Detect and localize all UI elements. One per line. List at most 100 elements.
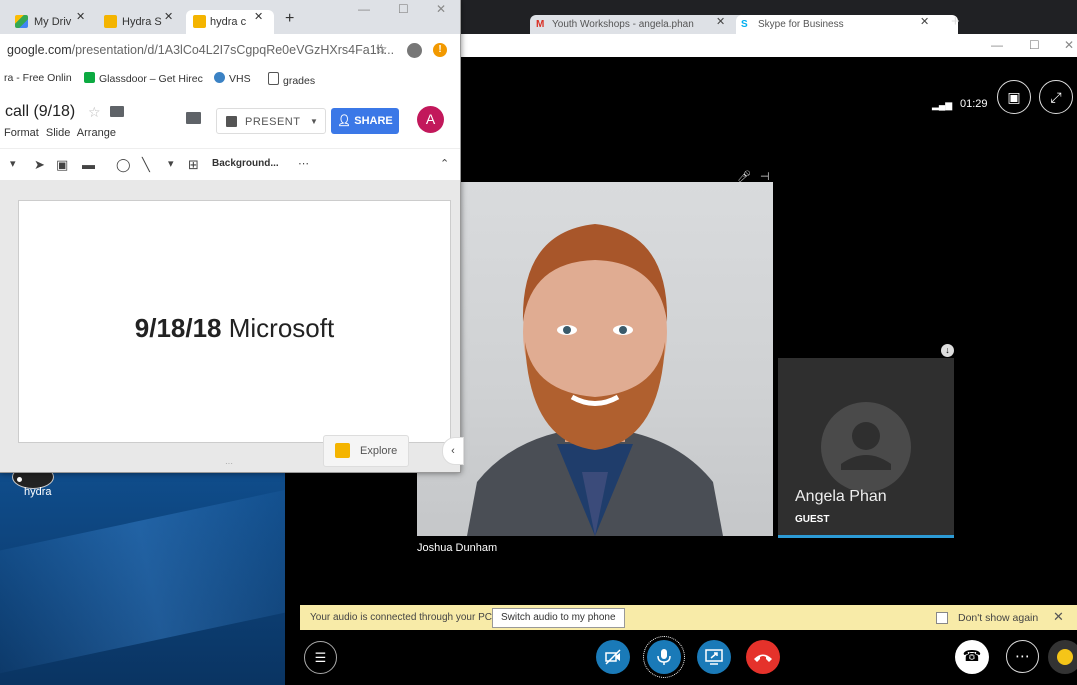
bookmark-star-icon[interactable]: ☆ <box>375 41 388 58</box>
share-button[interactable]: 👤︎ SHARE <box>331 108 399 134</box>
document-title[interactable]: call (9/18) <box>5 103 75 121</box>
tab-label: hydra c <box>210 16 247 28</box>
slides-icon <box>193 15 206 28</box>
chevron-down-icon[interactable]: ▾ <box>168 157 174 170</box>
vhs-icon <box>214 72 225 83</box>
close-tab-icon[interactable]: ✕ <box>716 15 725 28</box>
call-controls-button[interactable]: ☎ <box>955 640 989 674</box>
close-notice-icon[interactable]: ✕ <box>1053 609 1064 625</box>
slide-canvas: 9/18/18 Microsoft Explore ‹ ··· <box>0 180 464 472</box>
bookmark-item[interactable]: grades <box>268 72 315 87</box>
new-tab-button[interactable]: + <box>285 10 294 28</box>
participant-portrait <box>467 224 723 536</box>
explore-icon <box>335 443 350 458</box>
close-icon[interactable]: ✕ <box>436 2 446 16</box>
fullscreen-button[interactable]: ⤢ <box>1039 80 1073 114</box>
maximize-icon[interactable]: ☐ <box>1029 38 1040 52</box>
skype-window-titlebar: — ☐ ✕ <box>460 34 1077 58</box>
slide-title[interactable]: 9/18/18 Microsoft <box>19 313 450 344</box>
skype-icon: S <box>741 19 748 30</box>
url-text[interactable]: google.com/presentation/d/1A3lCo4L2I7sCg… <box>7 43 394 57</box>
close-tab-icon[interactable]: ✕ <box>76 10 85 23</box>
people-icon: 👤︎ <box>337 115 355 127</box>
resize-handle[interactable]: ··· <box>225 459 233 468</box>
explore-label: Explore <box>360 445 398 457</box>
active-speaker-bar <box>778 535 954 538</box>
menu-bar[interactable]: Format Slide Arrange <box>4 127 116 139</box>
tab-label: Skype for Business <box>758 19 844 30</box>
main-participant-video[interactable] <box>417 182 773 536</box>
line-icon[interactable]: ╲ <box>142 157 150 173</box>
minimize-icon[interactable]: — <box>991 38 1003 52</box>
folder-icon[interactable] <box>110 106 124 117</box>
explore-button[interactable]: Explore <box>323 435 409 467</box>
browser-window-back: M Youth Workshops - angela.phan ✕ S Skyp… <box>460 0 1077 58</box>
bookmark-label: grades <box>283 75 316 87</box>
slide[interactable]: 9/18/18 Microsoft <box>18 200 451 443</box>
audio-notice-text: Your audio is connected through your PC. <box>310 612 495 623</box>
video-off-icon <box>605 649 621 665</box>
select-cursor-icon[interactable]: ➤ <box>34 157 45 173</box>
slides-header: call (9/18) ☆ Format Slide Arrange PRESE… <box>0 92 460 148</box>
hang-up-button[interactable] <box>746 640 780 674</box>
download-icon[interactable]: ↓ <box>941 344 954 357</box>
image-icon[interactable]: ▬ <box>82 157 95 172</box>
google-drive-icon <box>15 15 28 28</box>
bookmark-label: ra - Free Onlin <box>4 72 72 84</box>
address-bar[interactable]: google.com/presentation/d/1A3lCo4L2I7sCg… <box>0 34 460 66</box>
browser-window-front: My Driv ✕ Hydra S ✕ hydra c ✕ + — ☐ ✕ go… <box>0 0 464 473</box>
maximize-icon[interactable]: ☐ <box>398 2 409 16</box>
hydra-desktop-label[interactable]: hydra <box>24 486 52 498</box>
emoji-icon <box>1057 649 1073 666</box>
bookmark-label: VHS <box>229 73 251 85</box>
minimize-icon[interactable]: — <box>358 2 370 16</box>
share-screen-button[interactable] <box>697 640 731 674</box>
video-toggle-button[interactable] <box>596 640 630 674</box>
chat-button[interactable]: ☰ <box>304 641 337 674</box>
layout-toggle-button[interactable]: ▣ <box>997 80 1031 114</box>
update-warning-icon[interactable]: ! <box>433 43 447 57</box>
new-slide-icon[interactable]: ⊞ <box>188 157 199 173</box>
close-tab-icon[interactable]: ✕ <box>164 10 173 23</box>
switch-audio-button[interactable]: Switch audio to my phone <box>492 608 625 628</box>
chevron-down-icon[interactable]: ▼ <box>310 109 318 135</box>
bookmark-label: Glassdoor – Get Hirec <box>99 73 203 85</box>
more-options-button[interactable]: ⋯ <box>1006 640 1039 673</box>
dont-show-label: Don't show again <box>958 612 1039 624</box>
bookmark-item[interactable]: ra - Free Onlin <box>4 72 72 84</box>
bookmarks-bar: ra - Free Onlin Glassdoor – Get Hirec VH… <box>0 66 460 93</box>
side-panel-toggle[interactable]: ‹ <box>442 437 464 465</box>
bookmark-item[interactable]: VHS <box>214 72 251 85</box>
star-icon[interactable]: ☆ <box>88 104 101 121</box>
close-icon[interactable]: ✕ <box>1064 38 1074 52</box>
new-tab-button[interactable]: + <box>951 13 960 30</box>
slide-company: Microsoft <box>228 313 335 343</box>
page-icon <box>268 72 279 85</box>
tab-label: Hydra S <box>122 16 162 28</box>
chevron-down-icon[interactable]: ▾ <box>10 157 16 170</box>
background-button[interactable]: Background... <box>212 158 279 169</box>
guest-avatar-icon <box>821 402 911 492</box>
bookmark-item[interactable]: Glassdoor – Get Hirec <box>84 72 203 85</box>
tab-bar: M Youth Workshops - angela.phan ✕ S Skyp… <box>460 0 1077 34</box>
chevron-up-icon[interactable]: ⌃ <box>440 157 449 170</box>
present-button[interactable]: PRESENT ▼ <box>216 108 326 134</box>
dont-show-checkbox[interactable] <box>936 612 948 624</box>
mute-button[interactable] <box>643 636 685 678</box>
call-timer: 01:29 <box>960 98 988 110</box>
more-tools-icon[interactable]: ⋯ <box>298 157 309 170</box>
slides-icon <box>104 15 117 28</box>
shape-icon[interactable]: ◯ <box>116 157 131 173</box>
slide-date: 9/18/18 <box>134 313 222 343</box>
text-box-icon[interactable]: ▣ <box>56 157 68 173</box>
tab-label: My Driv <box>34 16 72 28</box>
avatar[interactable]: A <box>417 106 444 133</box>
audio-notice-bar: Your audio is connected through your PC.… <box>300 605 1077 630</box>
guest-name: Angela Phan <box>795 488 887 505</box>
close-tab-icon[interactable]: ✕ <box>254 10 263 23</box>
close-tab-icon[interactable]: ✕ <box>920 15 929 28</box>
comments-icon[interactable] <box>186 112 201 124</box>
extension-icon[interactable] <box>407 43 422 58</box>
status-dot-icon <box>17 477 22 482</box>
emoji-button[interactable] <box>1048 640 1077 674</box>
